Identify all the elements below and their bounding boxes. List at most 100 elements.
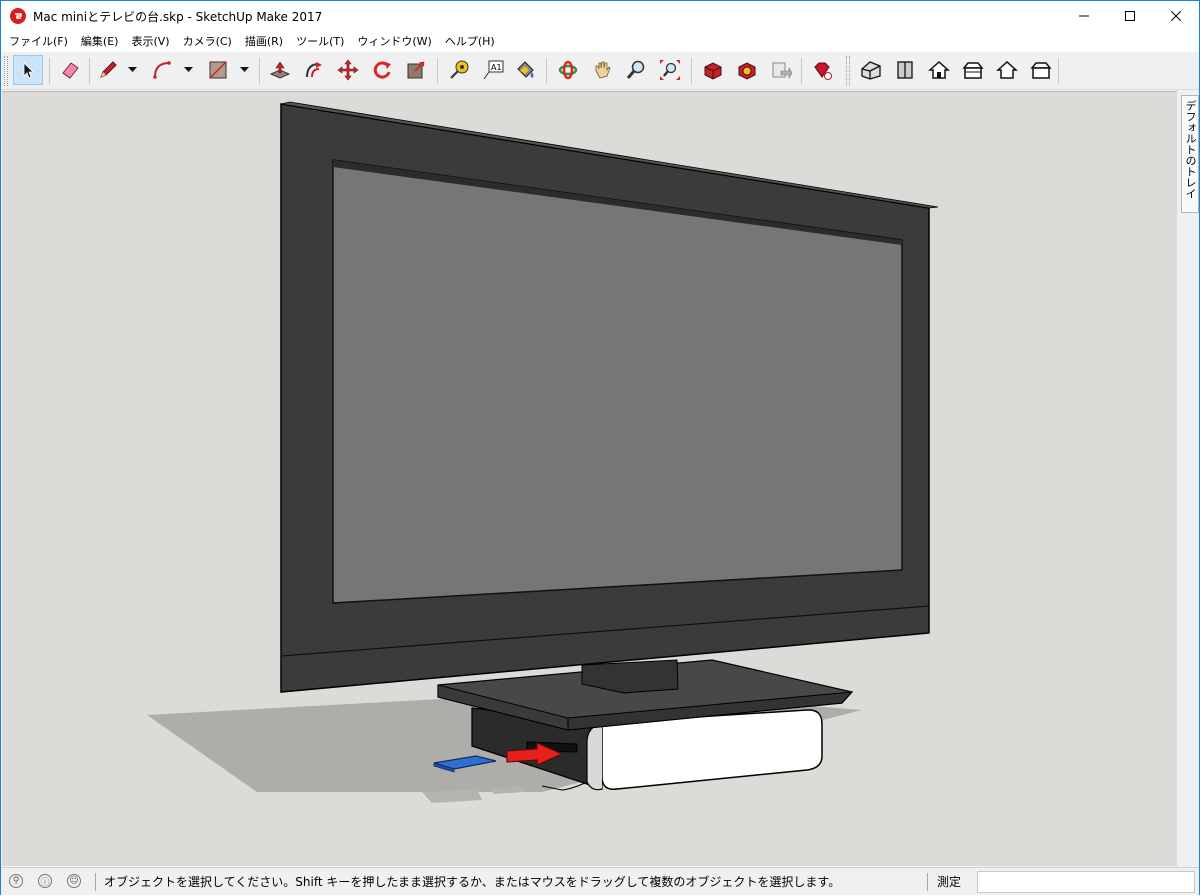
scene-canvas xyxy=(147,101,939,803)
rotate-icon xyxy=(373,61,391,79)
pan-tool-button[interactable] xyxy=(587,55,617,85)
eraser-tool-button[interactable] xyxy=(55,55,85,85)
view-iso-button[interactable] xyxy=(856,55,886,85)
model-viewport[interactable] xyxy=(2,91,1177,866)
top-view-icon xyxy=(897,61,913,79)
line-tool-dropdown[interactable] xyxy=(125,55,139,85)
offset-icon xyxy=(306,62,322,78)
share-model-icon xyxy=(772,62,792,80)
toolbar-separator xyxy=(259,58,260,84)
status-bar: ⚲ ⓘ ☺ オブジェクトを選択してください。Shift キーを押したまま選択する… xyxy=(1,867,1199,895)
ruby-console-tool-button[interactable] xyxy=(807,55,837,85)
select-tool-button[interactable] xyxy=(13,55,43,85)
default-tray-label: デフォルトのトレイ xyxy=(1184,100,1197,199)
main-toolbar: A1 xyxy=(1,52,1199,90)
tape-measure-tool-button[interactable] xyxy=(444,55,474,85)
tape-measure-icon xyxy=(450,60,469,79)
line-tool-button[interactable] xyxy=(93,55,123,85)
iso-house-icon xyxy=(861,61,881,80)
toolbar-separator xyxy=(49,58,50,84)
arc-tool-button[interactable] xyxy=(147,55,177,85)
toolbar-grip[interactable] xyxy=(4,56,8,86)
view-top-button[interactable] xyxy=(890,55,920,85)
paint-bucket-icon xyxy=(517,61,534,78)
magnifier-icon xyxy=(626,60,645,79)
text-tool-button[interactable]: A1 xyxy=(478,55,508,85)
maximize-button[interactable] xyxy=(1107,1,1153,31)
chevron-down-icon xyxy=(127,67,137,72)
geo-location-icon[interactable]: ⚲ xyxy=(9,874,23,888)
svg-text:A1: A1 xyxy=(491,63,502,72)
ruby-icon xyxy=(814,62,832,80)
text-label-icon: A1 xyxy=(483,60,504,80)
eraser-icon xyxy=(62,62,79,79)
menu-view[interactable]: 表示(V) xyxy=(124,31,175,52)
view-left-button[interactable] xyxy=(1026,55,1056,85)
zoom-extents-tool-button[interactable] xyxy=(655,55,685,85)
toolbar-separator xyxy=(1058,58,1059,84)
arrow-cursor-icon xyxy=(23,62,34,79)
3d-warehouse-icon xyxy=(704,62,722,80)
view-right-button[interactable] xyxy=(958,55,988,85)
offset-tool-button[interactable] xyxy=(299,55,329,85)
push-pull-icon xyxy=(269,61,291,79)
menu-help[interactable]: ヘルプ(H) xyxy=(438,31,501,52)
menu-camera[interactable]: カメラ(C) xyxy=(176,31,238,52)
maximize-icon xyxy=(1125,11,1135,21)
warehouse-tool-button[interactable] xyxy=(698,55,728,85)
sketchup-logo-icon xyxy=(10,8,26,24)
rectangle-tool-button[interactable] xyxy=(203,55,233,85)
status-separator xyxy=(927,873,928,891)
share-model-tool-button[interactable] xyxy=(766,55,796,85)
pencil-icon xyxy=(100,61,117,78)
toolbar-separator xyxy=(89,58,90,84)
close-icon xyxy=(1171,11,1181,21)
window-controls xyxy=(1061,1,1199,31)
sketchup-window: Mac miniとテレビの台.skp - SketchUp Make 2017 … xyxy=(0,0,1200,895)
menu-draw[interactable]: 描画(R) xyxy=(238,31,289,52)
arc-tool-dropdown[interactable] xyxy=(181,55,195,85)
credits-icon[interactable]: ⓘ xyxy=(38,874,52,888)
menu-edit[interactable]: 編集(E) xyxy=(74,31,125,52)
scale-tool-button[interactable] xyxy=(401,55,431,85)
menu-window[interactable]: ウィンドウ(W) xyxy=(350,31,437,52)
zoom-tool-button[interactable] xyxy=(621,55,651,85)
back-view-icon xyxy=(996,60,1018,79)
view-back-button[interactable] xyxy=(992,55,1022,85)
status-separator xyxy=(95,873,96,891)
view-front-button[interactable] xyxy=(924,55,954,85)
tv-model[interactable] xyxy=(280,101,939,693)
move-tool-button[interactable] xyxy=(333,55,363,85)
left-view-icon xyxy=(1030,62,1052,79)
minimize-button[interactable] xyxy=(1061,1,1107,31)
zoom-extents-icon xyxy=(660,60,680,80)
toolbar-separator xyxy=(546,58,547,84)
title-bar[interactable]: Mac miniとテレビの台.skp - SketchUp Make 2017 xyxy=(1,1,1199,31)
orbit-tool-button[interactable] xyxy=(553,55,583,85)
status-message: オブジェクトを選択してください。Shift キーを押したまま選択するか、またはマ… xyxy=(104,875,841,889)
close-button[interactable] xyxy=(1153,1,1199,31)
chevron-down-icon xyxy=(183,67,193,72)
toolbar-separator xyxy=(801,58,802,84)
extension-warehouse-icon xyxy=(738,62,756,80)
paint-bucket-tool-button[interactable] xyxy=(510,55,540,85)
toolbar-separator xyxy=(691,58,692,84)
orbit-icon xyxy=(558,60,578,80)
minimize-icon xyxy=(1079,15,1089,17)
extension-warehouse-tool-button[interactable] xyxy=(732,55,762,85)
user-account-icon[interactable]: ☺ xyxy=(67,874,81,888)
window-title: Mac miniとテレビの台.skp - SketchUp Make 2017 xyxy=(33,9,323,24)
push-pull-tool-button[interactable] xyxy=(265,55,295,85)
measurements-input[interactable] xyxy=(977,871,1195,893)
default-tray-tab[interactable]: デフォルトのトレイ xyxy=(1181,95,1199,213)
rotate-tool-button[interactable] xyxy=(367,55,397,85)
menu-file[interactable]: ファイル(F) xyxy=(2,31,74,52)
rectangle-tool-dropdown[interactable] xyxy=(237,55,251,85)
toolbar-grip[interactable] xyxy=(846,56,850,86)
front-view-icon xyxy=(928,60,950,79)
scale-icon xyxy=(407,61,425,79)
move-icon xyxy=(337,59,359,81)
arc-icon xyxy=(153,61,171,79)
menu-tools[interactable]: ツール(T) xyxy=(289,31,350,52)
right-view-icon xyxy=(962,62,984,79)
